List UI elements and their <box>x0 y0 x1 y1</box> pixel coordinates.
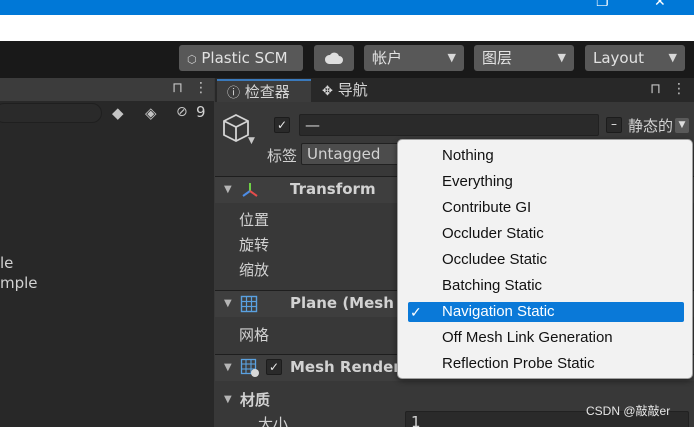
size-label: 大小 <box>258 415 289 427</box>
visibility-count: 9 <box>196 103 206 121</box>
menu-item-nothing[interactable]: Nothing <box>408 146 684 166</box>
list-item[interactable]: mple <box>0 274 38 292</box>
tag-dropdown[interactable]: Untagged <box>301 143 406 165</box>
menu-item-label: Nothing <box>442 147 494 164</box>
active-checkbox[interactable]: ✓ <box>274 117 290 133</box>
tag-icon[interactable]: ◈ <box>145 104 157 122</box>
cloud-button[interactable] <box>314 45 354 71</box>
static-dropdown-arrow[interactable]: ▼ <box>675 118 689 133</box>
hierarchy-panel <box>0 78 214 427</box>
foldout-icon: ▼ <box>224 298 232 309</box>
rotation-label: 旋转 <box>239 236 270 254</box>
tag-label: 标签 <box>267 147 298 165</box>
tab-inspector-label: 检查器 <box>244 83 290 101</box>
menu-item-label: Contribute GI <box>442 199 532 216</box>
plastic-scm-label: Plastic SCM <box>201 49 288 67</box>
mesh-label: 网格 <box>239 326 270 344</box>
chevron-down-icon: ▼ <box>557 51 566 64</box>
position-label: 位置 <box>239 211 270 229</box>
lock-icon[interactable]: ⊓ <box>650 81 661 97</box>
menu-item-batching-static[interactable]: Batching Static <box>408 276 684 296</box>
more-icon[interactable]: ⋮ <box>672 81 686 97</box>
layers-dropdown[interactable]: 图层 ▼ <box>474 45 574 71</box>
cloud-icon <box>324 52 343 64</box>
hierarchy-search-input[interactable] <box>0 103 102 123</box>
tab-navigation[interactable]: ✥ 导航 <box>312 79 402 102</box>
static-flags-menu: Nothing Everything Contribute GI Occlude… <box>397 139 693 379</box>
scale-label: 缩放 <box>239 261 270 279</box>
component-title: Plane (Mesh F <box>290 294 410 312</box>
menu-item-occludee-static[interactable]: Occludee Static <box>408 250 684 270</box>
account-label: 帐户 <box>372 49 403 67</box>
chevron-down-icon: ▼ <box>668 51 677 64</box>
hierarchy-header: ⊓ ⋮ <box>0 78 214 101</box>
close-icon[interactable]: ✕ <box>654 0 666 10</box>
menu-item-contribute-gi[interactable]: Contribute GI <box>408 198 684 218</box>
menu-item-occluder-static[interactable]: Occluder Static <box>408 224 684 244</box>
foldout-icon: ▼ <box>224 362 232 373</box>
foldout-icon: ▼ <box>224 184 232 195</box>
plastic-scm-button[interactable]: ⬡ Plastic SCM <box>179 45 303 71</box>
tab-inspector[interactable]: ⓘ 检查器 <box>217 79 311 102</box>
transform-icon <box>242 183 258 197</box>
renderer-enabled-checkbox[interactable]: ✓ <box>266 359 282 375</box>
menu-bar-area <box>0 15 694 41</box>
menu-item-label: Navigation Static <box>442 303 555 320</box>
static-label: 静态的 <box>628 117 674 135</box>
materials-label: 材质 <box>240 391 271 409</box>
menu-item-label: Everything <box>442 173 513 190</box>
object-name-field[interactable]: — <box>299 114 599 136</box>
menu-item-label: Occluder Static <box>442 225 544 242</box>
menu-item-label: Off Mesh Link Generation <box>442 329 613 346</box>
menu-item-off-mesh-link-generation[interactable]: Off Mesh Link Generation <box>408 328 684 348</box>
foldout-icon[interactable]: ▼ <box>224 394 232 405</box>
chevron-down-icon: ▼ <box>447 51 456 64</box>
static-mixed-checkbox[interactable]: – <box>606 117 622 133</box>
menu-item-label: Batching Static <box>442 277 543 294</box>
scene-filter-icon[interactable]: ◆ <box>112 104 124 122</box>
window-title-bar: ❐ ✕ <box>0 0 694 15</box>
navigation-icon: ✥ <box>322 84 333 99</box>
chevron-down-icon[interactable]: ▼ <box>248 136 255 146</box>
menu-item-label: Reflection Probe Static <box>442 355 595 372</box>
tab-navigation-label: 导航 <box>337 81 368 99</box>
layout-dropdown[interactable]: Layout ▼ <box>585 45 685 71</box>
watermark: CSDN @敲敲er <box>586 404 671 418</box>
more-icon[interactable]: ⋮ <box>194 80 208 96</box>
hidden-eye-icon[interactable]: ⊘ <box>176 104 188 120</box>
plastic-scm-icon: ⬡ <box>187 53 197 66</box>
lock-icon[interactable]: ⊓ <box>172 80 183 96</box>
account-dropdown[interactable]: 帐户 ▼ <box>364 45 464 71</box>
restore-icon[interactable]: ❐ <box>596 0 609 10</box>
layout-label: Layout <box>593 49 644 67</box>
mesh-renderer-icon <box>240 358 259 377</box>
menu-item-reflection-probe-static[interactable]: Reflection Probe Static <box>408 354 684 374</box>
menu-item-label: Occludee Static <box>442 251 548 268</box>
menu-item-everything[interactable]: Everything <box>408 172 684 192</box>
component-title: Mesh Rendere <box>290 358 411 376</box>
component-title: Transform <box>290 180 376 198</box>
info-icon: ⓘ <box>227 86 241 101</box>
menu-item-navigation-static[interactable]: ✓ Navigation Static <box>408 302 684 322</box>
mesh-filter-icon <box>240 295 258 313</box>
list-item[interactable]: le <box>0 254 13 272</box>
checkmark-icon: ✓ <box>410 304 422 320</box>
main-toolbar: ⬡ Plastic SCM 帐户 ▼ 图层 ▼ Layout ▼ <box>0 41 694 78</box>
layers-label: 图层 <box>482 49 513 67</box>
